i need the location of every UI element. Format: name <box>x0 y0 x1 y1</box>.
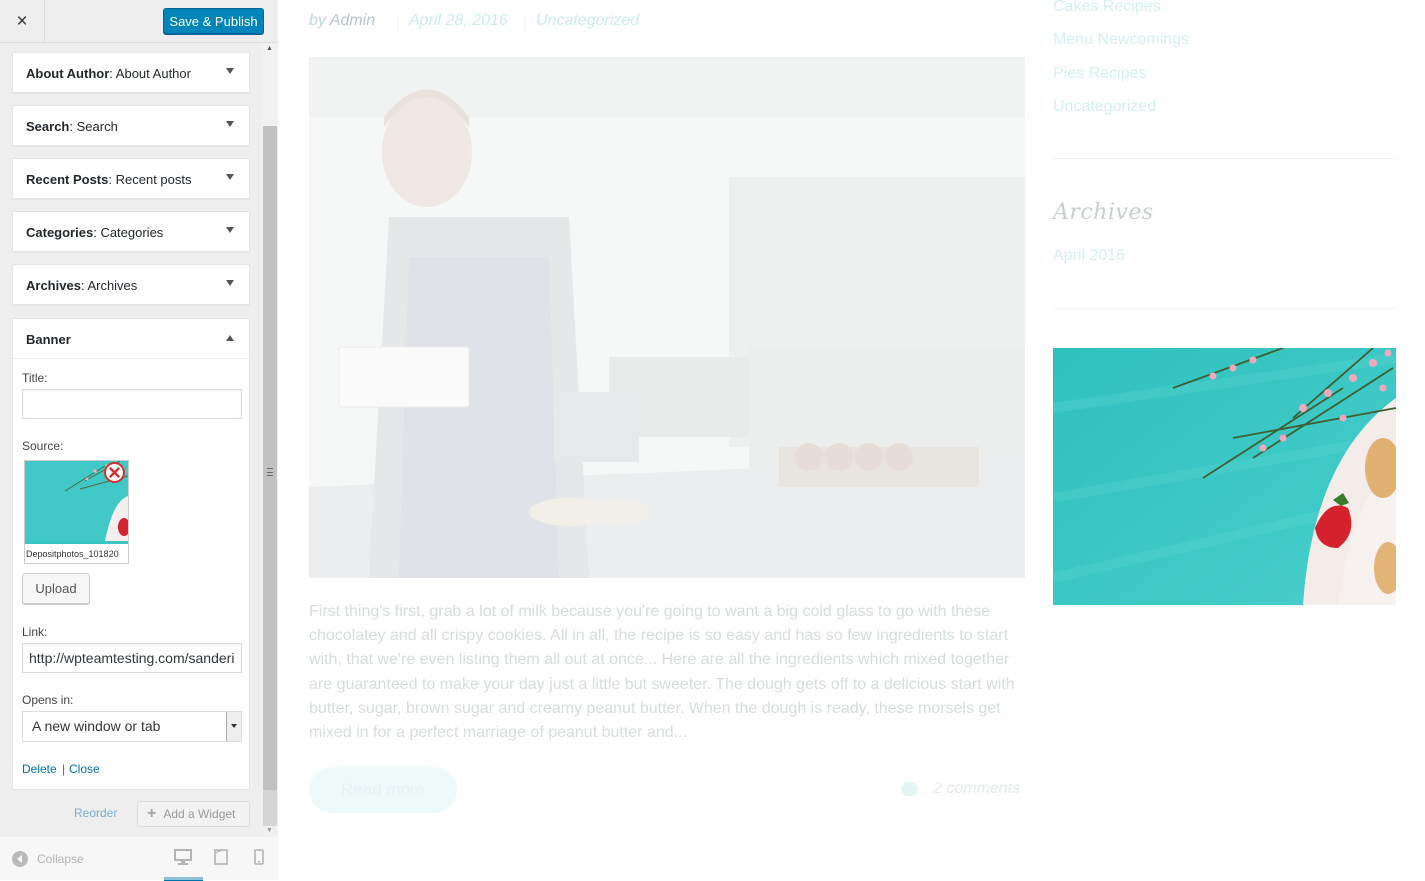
customizer-footer: Collapse <box>0 836 278 881</box>
archive-month-link[interactable]: April 2016 <box>1053 247 1125 265</box>
upload-button[interactable]: Upload <box>22 573 90 604</box>
mobile-preview-icon[interactable] <box>254 849 264 865</box>
plus-icon: + <box>147 805 157 822</box>
widget-type: Categories <box>26 225 94 240</box>
widget-recent-posts[interactable]: Recent Posts: Recent posts <box>12 158 250 199</box>
select-dropdown-icon[interactable] <box>226 712 241 741</box>
desktop-preview-icon[interactable] <box>174 849 192 865</box>
widget-list: About Author: About Author Search: Searc… <box>0 44 262 836</box>
link-input[interactable]: http://wpteamtesting.com/sanderi <box>22 643 242 673</box>
category-link[interactable]: Uncategorized <box>1053 96 1189 129</box>
banner-image[interactable] <box>1053 348 1396 605</box>
widget-archives[interactable]: Archives: Archives <box>12 264 250 305</box>
post-featured-image[interactable] <box>309 57 1025 578</box>
collapse-arrow-icon <box>12 851 28 867</box>
delete-link[interactable]: Delete <box>22 762 57 776</box>
chevron-down-icon[interactable] <box>226 174 234 180</box>
site-preview: by Admin April 28, 2016 Uncategorized Fi… <box>279 0 1425 880</box>
collapse-label: Collapse <box>37 852 84 866</box>
widget-title: Archives: Archives <box>26 278 138 293</box>
post-excerpt: First thing's first, grab a lot of milk … <box>309 603 1015 742</box>
widget-name: Archives <box>87 278 138 293</box>
divider <box>1053 308 1396 309</box>
banner-widget-header[interactable]: Banner <box>13 319 249 359</box>
customizer-sidebar: × Save & Publish About Author: About Aut… <box>0 0 278 881</box>
widget-title: Categories: Categories <box>26 225 164 240</box>
widget-banner: Banner Title: Source: Depositphotos_1018… <box>12 318 250 790</box>
chevron-up-icon[interactable] <box>226 335 234 341</box>
close-widget-link[interactable]: Close <box>69 762 100 776</box>
comments-count: 2 comments <box>933 780 1021 797</box>
collapse-button[interactable]: Collapse <box>12 851 84 867</box>
link-label: Link: <box>22 625 48 639</box>
widget-title: About Author: About Author <box>26 66 191 81</box>
source-label: Source: <box>22 439 64 453</box>
tablet-preview-icon[interactable] <box>214 849 228 865</box>
divider <box>1053 158 1396 159</box>
chevron-down-icon[interactable] <box>226 121 234 127</box>
widget-title: Recent Posts: Recent posts <box>26 172 192 187</box>
category-link[interactable]: Menu Newcomings <box>1053 29 1189 62</box>
title-label: Title: <box>22 371 48 385</box>
meta-divider <box>524 14 525 32</box>
read-more-button[interactable]: Read more <box>309 767 457 813</box>
widget-type: Search <box>26 119 70 134</box>
archives-widget-title: Archives <box>1053 200 1154 225</box>
category-link[interactable]: Cakes Recipes <box>1053 0 1189 29</box>
link-separator: | <box>62 762 66 776</box>
comment-icon <box>901 782 918 796</box>
add-widget-button[interactable]: + Add a Widget <box>137 801 250 827</box>
reorder-link[interactable]: Reorder <box>74 806 117 820</box>
widget-name: Categories <box>100 225 164 240</box>
opens-in-label: Opens in: <box>22 693 74 707</box>
post-meta: by Admin April 28, 2016 Uncategorized <box>309 12 639 32</box>
customizer-header: × Save & Publish <box>0 0 278 43</box>
widget-search[interactable]: Search: Search <box>12 105 250 146</box>
category-link[interactable]: Pies Recipes <box>1053 63 1189 96</box>
widget-name: Recent posts <box>115 172 192 187</box>
meta-date[interactable]: April 28, 2016 <box>409 12 508 30</box>
chevron-down-icon[interactable] <box>226 280 234 286</box>
meta-author-link[interactable]: Admin <box>330 12 375 29</box>
widget-type: About Author <box>26 66 110 81</box>
title-input[interactable] <box>22 389 242 419</box>
widget-type: Archives <box>26 278 81 293</box>
meta-divider <box>397 14 398 32</box>
widget-name: Search <box>76 119 118 134</box>
meta-category-link[interactable]: Uncategorized <box>536 12 639 30</box>
widget-about-author[interactable]: About Author: About Author <box>12 52 250 93</box>
remove-image-icon[interactable] <box>104 462 125 483</box>
add-widget-label: Add a Widget <box>163 807 236 821</box>
banner-widget-title: Banner <box>26 332 71 347</box>
opens-in-value: A new window or tab <box>32 718 161 734</box>
scroll-down-icon[interactable]: ▼ <box>266 827 273 834</box>
widget-name: About Author <box>115 66 191 81</box>
comments-link[interactable]: 2 comments <box>901 780 1020 798</box>
scrollbar-thumb[interactable] <box>263 126 277 826</box>
save-publish-button[interactable]: Save & Publish <box>163 8 264 34</box>
widget-type: Recent Posts <box>26 172 109 187</box>
meta-by: by <box>309 12 326 29</box>
chevron-down-icon[interactable] <box>226 227 234 233</box>
active-device-indicator <box>164 877 203 881</box>
image-filename: Depositphotos_101820 <box>25 544 128 563</box>
grip-icon <box>267 468 273 476</box>
chevron-down-icon[interactable] <box>226 68 234 74</box>
sidebar-scrollbar[interactable]: ▲ ▼ <box>262 44 278 836</box>
close-customizer-button[interactable]: × <box>0 0 45 43</box>
scroll-up-icon[interactable]: ▲ <box>266 45 273 52</box>
widget-categories[interactable]: Categories: Categories <box>12 211 250 252</box>
opens-in-select[interactable]: A new window or tab <box>22 711 242 742</box>
widget-title: Search: Search <box>26 119 118 134</box>
sidebar-categories-list: Cakes Recipes Menu Newcomings Pies Recip… <box>1053 0 1189 129</box>
